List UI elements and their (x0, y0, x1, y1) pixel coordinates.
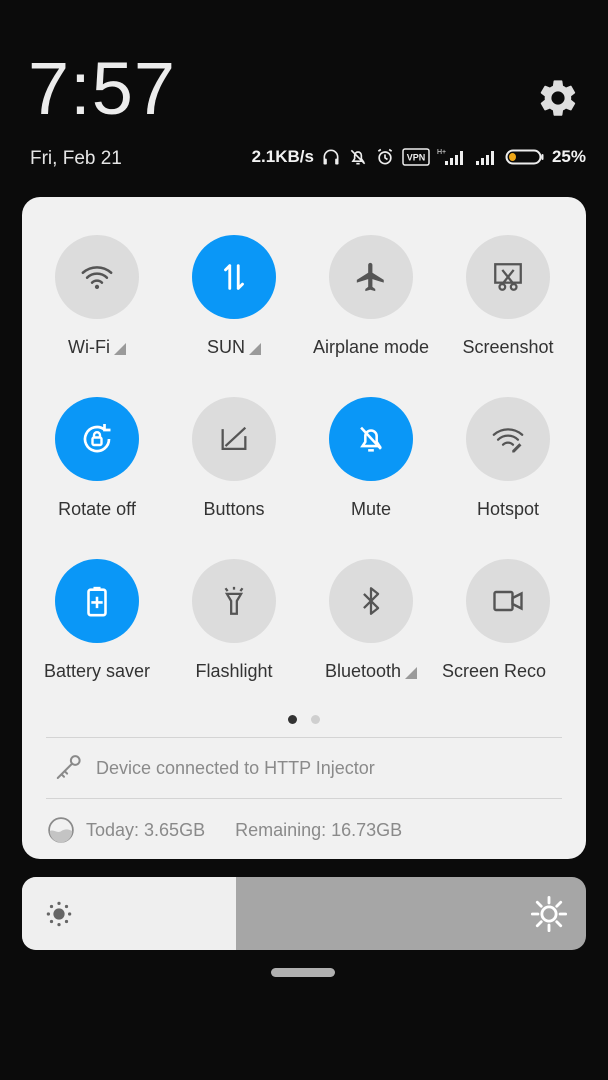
tile-buttons-button[interactable] (192, 397, 276, 481)
svg-text:H+: H+ (437, 149, 446, 156)
tile-screen-recorder[interactable]: Screen Reco (440, 559, 576, 682)
quick-settings-panel: Wi-Fi SUN Airplane mode Screenshot Rotat… (22, 197, 586, 859)
tile-screenshot[interactable]: Screenshot (440, 235, 576, 358)
vpn-notice[interactable]: Device connected to HTTP Injector (54, 753, 375, 783)
battery-percent: 25% (551, 147, 586, 166)
video-camera-icon (493, 590, 523, 612)
tile-buttons[interactable]: Buttons (166, 397, 302, 520)
tile-wifi-button[interactable] (55, 235, 139, 319)
hotspot-icon (492, 428, 524, 453)
bell-off-icon (360, 426, 382, 452)
panel-drag-handle[interactable] (271, 968, 335, 977)
tile-screenshot-button[interactable] (466, 235, 550, 319)
expand-arrow-icon (249, 342, 261, 355)
tile-battery-saver-button[interactable] (55, 559, 139, 643)
bluetooth-icon (363, 587, 380, 615)
brightness-high-icon (530, 895, 568, 933)
wifi-icon (81, 266, 113, 290)
tile-label: Mute (350, 499, 392, 519)
svg-text:VPN: VPN (407, 153, 426, 163)
tile-label: Battery saver (43, 661, 151, 681)
divider (46, 798, 562, 799)
expand-arrow-icon (405, 666, 418, 679)
data-transfer-icon (224, 264, 244, 290)
tile-label: Wi-Fi (29, 337, 165, 358)
clock: 7:57 (28, 47, 177, 130)
tile-airplane[interactable]: Airplane mode (303, 235, 439, 358)
tile-rotate-button[interactable] (55, 397, 139, 481)
tile-flashlight-button[interactable] (192, 559, 276, 643)
alarm-icon (377, 148, 393, 165)
vpn-notice-text: Device connected to HTTP Injector (96, 757, 375, 778)
date: Fri, Feb 21 (30, 148, 122, 169)
divider (46, 737, 562, 738)
tile-mute[interactable]: Mute (303, 397, 439, 520)
tile-mobile-data[interactable]: SUN (166, 235, 302, 358)
tile-airplane-button[interactable] (329, 235, 413, 319)
rotate-lock-icon (83, 424, 111, 453)
tile-label: Hotspot (476, 499, 540, 519)
page-dot[interactable] (311, 715, 320, 724)
tile-hotspot[interactable]: Hotspot (440, 397, 576, 520)
gear-icon[interactable] (536, 76, 580, 120)
brightness-slider[interactable] (22, 877, 586, 950)
data-today: Today: 3.65GB (86, 819, 206, 840)
brightness-low-icon (46, 901, 72, 927)
airplane-icon (356, 262, 384, 292)
tile-hotspot-button[interactable] (466, 397, 550, 481)
scissors-icon (494, 263, 522, 291)
signal-icon-sim1: H+ (437, 149, 463, 165)
tile-label: SUN (166, 337, 302, 358)
status-bar: 2.1KB/s VPN H+ 25% (252, 147, 586, 167)
tile-screen-recorder-button[interactable] (466, 559, 550, 643)
flashlight-icon (224, 586, 244, 615)
vpn-icon: VPN (402, 148, 430, 166)
data-gauge-icon (48, 817, 74, 843)
tile-rotate[interactable]: Rotate off (29, 397, 165, 520)
headphones-icon (323, 149, 339, 165)
tile-mobile-data-button[interactable] (192, 235, 276, 319)
signal-icon-sim2 (475, 151, 494, 165)
battery-plus-icon (87, 586, 107, 617)
tile-bluetooth[interactable]: Bluetooth (303, 559, 439, 682)
expand-arrow-icon (113, 342, 126, 355)
tile-label: Buttons (203, 499, 265, 519)
tile-label: Screenshot (462, 337, 554, 357)
tile-bluetooth-button[interactable] (329, 559, 413, 643)
tile-label: Airplane mode (312, 337, 430, 357)
buttons-icon (221, 426, 247, 451)
page-dot-active[interactable] (288, 715, 297, 724)
tile-flashlight[interactable]: Flashlight (166, 559, 302, 682)
battery-icon (505, 149, 544, 165)
bell-off-icon (350, 149, 366, 165)
tile-label: Rotate off (58, 499, 136, 519)
key-icon (56, 755, 81, 779)
network-speed: 2.1KB/s (251, 147, 314, 166)
tile-label: Screen Reco (442, 661, 547, 681)
tile-wifi[interactable]: Wi-Fi (29, 235, 165, 358)
page-indicator (22, 715, 586, 724)
tile-mute-button[interactable] (329, 397, 413, 481)
tile-label: Flashlight (195, 661, 273, 681)
tile-battery-saver[interactable]: Battery saver (29, 559, 165, 682)
tile-label: Bluetooth (303, 661, 439, 682)
data-remaining: Remaining: 16.73GB (235, 819, 403, 840)
data-usage[interactable]: Today: 3.65GB Remaining: 16.73GB (46, 815, 402, 845)
